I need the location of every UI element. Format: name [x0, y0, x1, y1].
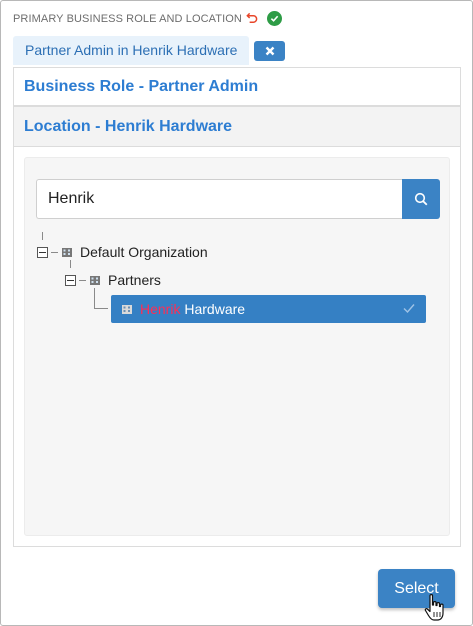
select-button[interactable]: Select	[378, 569, 455, 608]
building-icon	[90, 276, 100, 285]
check-icon	[403, 304, 415, 314]
tree-node-label: Default Organization	[80, 244, 208, 260]
tree-connector	[94, 288, 95, 308]
undo-icon[interactable]	[245, 12, 258, 25]
location-title: Location - Henrik Hardware	[24, 117, 233, 135]
dialog-frame: PRIMARY BUSINESS ROLE AND LOCATION Partn…	[0, 0, 473, 626]
business-role-accordion[interactable]: Business Role - Partner Admin	[13, 67, 461, 106]
selection-chip-row: Partner Admin in Henrik Hardware	[13, 36, 286, 65]
tree-node-root[interactable]: Default Organization	[37, 241, 208, 263]
collapse-toggle[interactable]	[37, 246, 48, 258]
tree-node-label: Henrik Hardware	[140, 301, 245, 317]
location-accordion[interactable]: Location - Henrik Hardware	[13, 106, 461, 147]
section-header: PRIMARY BUSINESS ROLE AND LOCATION	[13, 11, 282, 26]
collapse-toggle[interactable]	[65, 274, 76, 286]
tree-node-label-rest: Hardware	[180, 301, 246, 317]
search-button[interactable]	[402, 179, 440, 219]
search-bar	[36, 179, 440, 219]
close-icon	[265, 46, 275, 55]
location-panel: Default Organization Partners	[13, 147, 461, 547]
selected-role-chip: Partner Admin in Henrik Hardware	[13, 36, 250, 65]
section-title: PRIMARY BUSINESS ROLE AND LOCATION	[13, 12, 242, 25]
location-picker: Default Organization Partners	[24, 157, 450, 536]
tree-connector	[94, 308, 108, 309]
building-icon	[122, 305, 132, 314]
search-match-highlight: Henrik	[140, 301, 181, 317]
remove-chip-button[interactable]	[254, 40, 286, 61]
check-circle-icon	[266, 11, 282, 26]
tree-node-henrik-hardware[interactable]: Henrik Hardware	[111, 295, 426, 323]
search-icon	[414, 192, 428, 206]
business-role-title: Business Role - Partner Admin	[24, 77, 259, 95]
tree-node-partners[interactable]: Partners	[65, 269, 161, 291]
tree-connector	[42, 232, 43, 240]
building-icon	[62, 248, 72, 257]
tree-node-label: Partners	[108, 272, 161, 288]
search-input[interactable]	[36, 179, 402, 219]
